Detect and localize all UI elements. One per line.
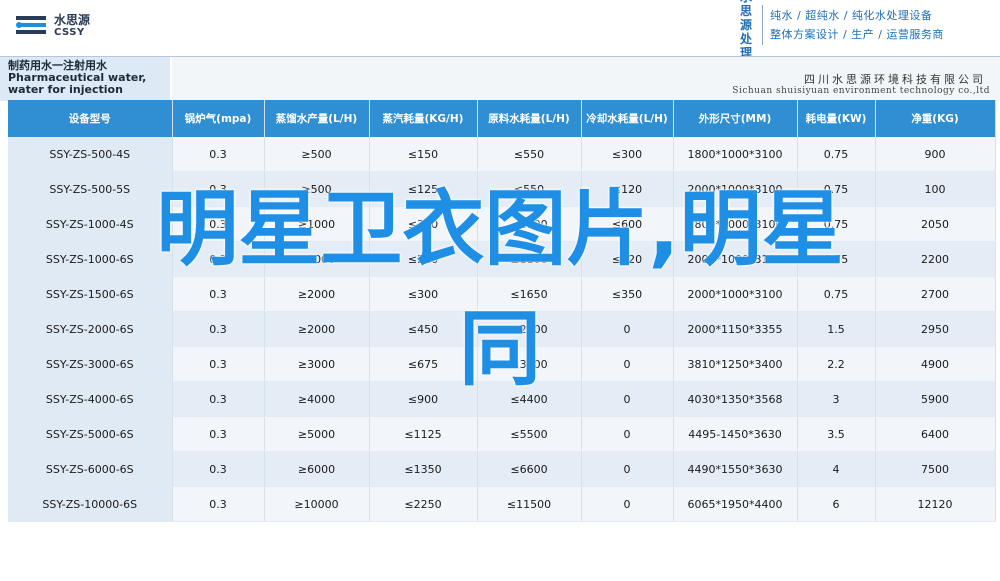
brand-line-1: 纯水 / 超纯水 / 纯化水处理设备 [770, 9, 933, 22]
company-info: 四川水思源环境科技有限公司 Sichuan shuisiyuan environ… [172, 57, 1000, 101]
table-cell: 2000*1000*3100 [673, 241, 798, 277]
table-cell: ≤550 [477, 171, 582, 207]
table-cell: ≤11500 [477, 486, 582, 522]
table-cell: ≥5000 [264, 416, 370, 452]
table-cell: ≤300 [369, 206, 478, 242]
model-cell: SSY-ZS-1000-6S [8, 241, 173, 277]
table-cell: 0 [581, 486, 674, 522]
table-cell: ≥10000 [264, 486, 370, 522]
company-name-cn: 四川水思源环境科技有限公司 [804, 73, 986, 86]
table-cell: 4490*1550*3630 [673, 451, 798, 487]
table-cell: 4 [797, 451, 876, 487]
table-row: SSY-ZS-500-4S 0.3 ≥500 ≤150 ≤550 ≤300 1800*100… [8, 137, 996, 172]
table-row: SSY-ZS-1000-6S 0.3 ≥1000 ≤220 ≤1100 ≤220 2000*… [8, 241, 996, 277]
table-cell: 1800*1000*3100 [673, 137, 798, 172]
table-cell: ≤2250 [369, 486, 478, 522]
brand-line-2: 整体方案设计 / 生产 / 运营服务商 [770, 28, 944, 41]
table-cell: ≤550 [477, 137, 582, 172]
table-cell: 0.75 [797, 206, 876, 242]
table-cell: ≤125 [369, 171, 478, 207]
column-header: 冷却水耗量(L/H) [581, 100, 674, 137]
table-cell: 0 [581, 416, 674, 452]
title-band: 制药用水一注射用水 Pharmaceutical water, water fo… [0, 56, 1000, 101]
table-cell: 12120 [875, 486, 996, 522]
model-cell: SSY-ZS-5000-6S [8, 416, 173, 452]
brand-side-label: 水思源处理 [737, 0, 755, 60]
model-cell: SSY-ZS-6000-6S [8, 451, 173, 487]
table-cell: 0.3 [172, 171, 265, 207]
company-name-en: Sichuan shuisiyuan environment technolog… [732, 86, 990, 96]
table-cell: 0.3 [172, 486, 265, 522]
table-cell: ≥500 [264, 171, 370, 207]
table-cell: 0.3 [172, 451, 265, 487]
table-cell: 0.75 [797, 171, 876, 207]
table-cell: ≤6600 [477, 451, 582, 487]
column-header: 外形尺寸(MM) [673, 100, 798, 137]
table-cell: 7500 [875, 451, 996, 487]
table-row: SSY-ZS-500-5S 0.3 ≥500 ≤125 ≤550 ≤120 2000*100… [8, 171, 996, 207]
logo-name-cn: 水思源 [54, 13, 91, 27]
table-row: SSY-ZS-5000-6S 0.3 ≥5000 ≤1125 ≤5500 0 4495-14… [8, 416, 996, 452]
table-cell: 6400 [875, 416, 996, 452]
table-cell: ≥500 [264, 137, 370, 172]
table-row: SSY-ZS-1000-4S 0.3 ≥1000 ≤300 ≤1100 ≤600 1800*… [8, 206, 996, 242]
column-header: 设备型号 [8, 100, 173, 137]
table-cell: 2200 [875, 241, 996, 277]
table-cell: ≤1100 [477, 241, 582, 277]
model-cell: SSY-ZS-500-5S [8, 171, 173, 207]
product-name: 制药用水一注射用水 Pharmaceutical water, water fo… [0, 57, 170, 101]
table-cell: ≤600 [581, 206, 674, 242]
column-header: 蒸汽耗量(KG/H) [369, 100, 478, 137]
table-cell: 900 [875, 137, 996, 172]
table-cell: 3.5 [797, 416, 876, 452]
brand-divider [762, 5, 763, 45]
model-cell: SSY-ZS-10000-6S [8, 486, 173, 522]
table-cell: ≤220 [581, 241, 674, 277]
brand-side-text: 水思源处理 [739, 0, 752, 60]
table-cell: ≤1100 [477, 206, 582, 242]
brand-slogan: 水思源处理 纯水 / 超纯水 / 纯化水处理设备 整体方案设计 / 生产 / 运… [737, 0, 944, 60]
table-cell: ≤1125 [369, 416, 478, 452]
table-cell: ≥1000 [264, 241, 370, 277]
model-cell: SSY-ZS-500-4S [8, 137, 173, 172]
table-cell: ≥6000 [264, 451, 370, 487]
table-cell: 0.3 [172, 416, 265, 452]
table-cell: ≤220 [369, 241, 478, 277]
company-logo: 水思源 CSSY [14, 12, 90, 40]
table-cell: ≤5500 [477, 416, 582, 452]
table-cell: 6065*1950*4400 [673, 486, 798, 522]
table-cell: ≤300 [581, 137, 674, 172]
table-cell: 0.3 [172, 241, 265, 277]
water-drop-logo-icon [16, 16, 46, 34]
table-cell: 0.3 [172, 206, 265, 242]
column-header: 净重(KG) [875, 100, 996, 137]
table-cell: 0 [581, 451, 674, 487]
table-row: SSY-ZS-6000-6S 0.3 ≥6000 ≤1350 ≤6600 0 4490*15… [8, 451, 996, 487]
table-cell: 6 [797, 486, 876, 522]
table-cell: 2050 [875, 206, 996, 242]
table-cell: 4495-1450*3630 [673, 416, 798, 452]
table-cell: ≤120 [581, 171, 674, 207]
column-header: 锅炉气(mpa) [172, 100, 265, 137]
column-header: 原料水耗量(L/H) [477, 100, 582, 137]
overlay-headline-line2: 同 [458, 302, 541, 397]
table-header-row: 设备型号 锅炉气(mpa) 蒸馏水产量(L/H) 蒸汽耗量(KG/H) 原料水耗… [8, 100, 996, 137]
model-cell: SSY-ZS-1000-4S [8, 206, 173, 242]
table-row: SSY-ZS-10000-6S 0.3 ≥10000 ≤2250 ≤11500 0 6065… [8, 486, 996, 522]
table-cell: 0.75 [797, 241, 876, 277]
table-cell: 100 [875, 171, 996, 207]
table-cell: ≤1350 [369, 451, 478, 487]
table-cell: 2000*1000*3100 [673, 171, 798, 207]
table-cell: ≤150 [369, 137, 478, 172]
table-cell: ≥1000 [264, 206, 370, 242]
column-header: 蒸馏水产量(L/H) [264, 100, 370, 137]
table-cell: 0.75 [797, 137, 876, 172]
table-cell: 0.3 [172, 137, 265, 172]
table-cell: 1800*1000*3100 [673, 206, 798, 242]
column-header: 耗电量(KW) [797, 100, 876, 137]
logo-name-en: CSSY [54, 27, 85, 38]
